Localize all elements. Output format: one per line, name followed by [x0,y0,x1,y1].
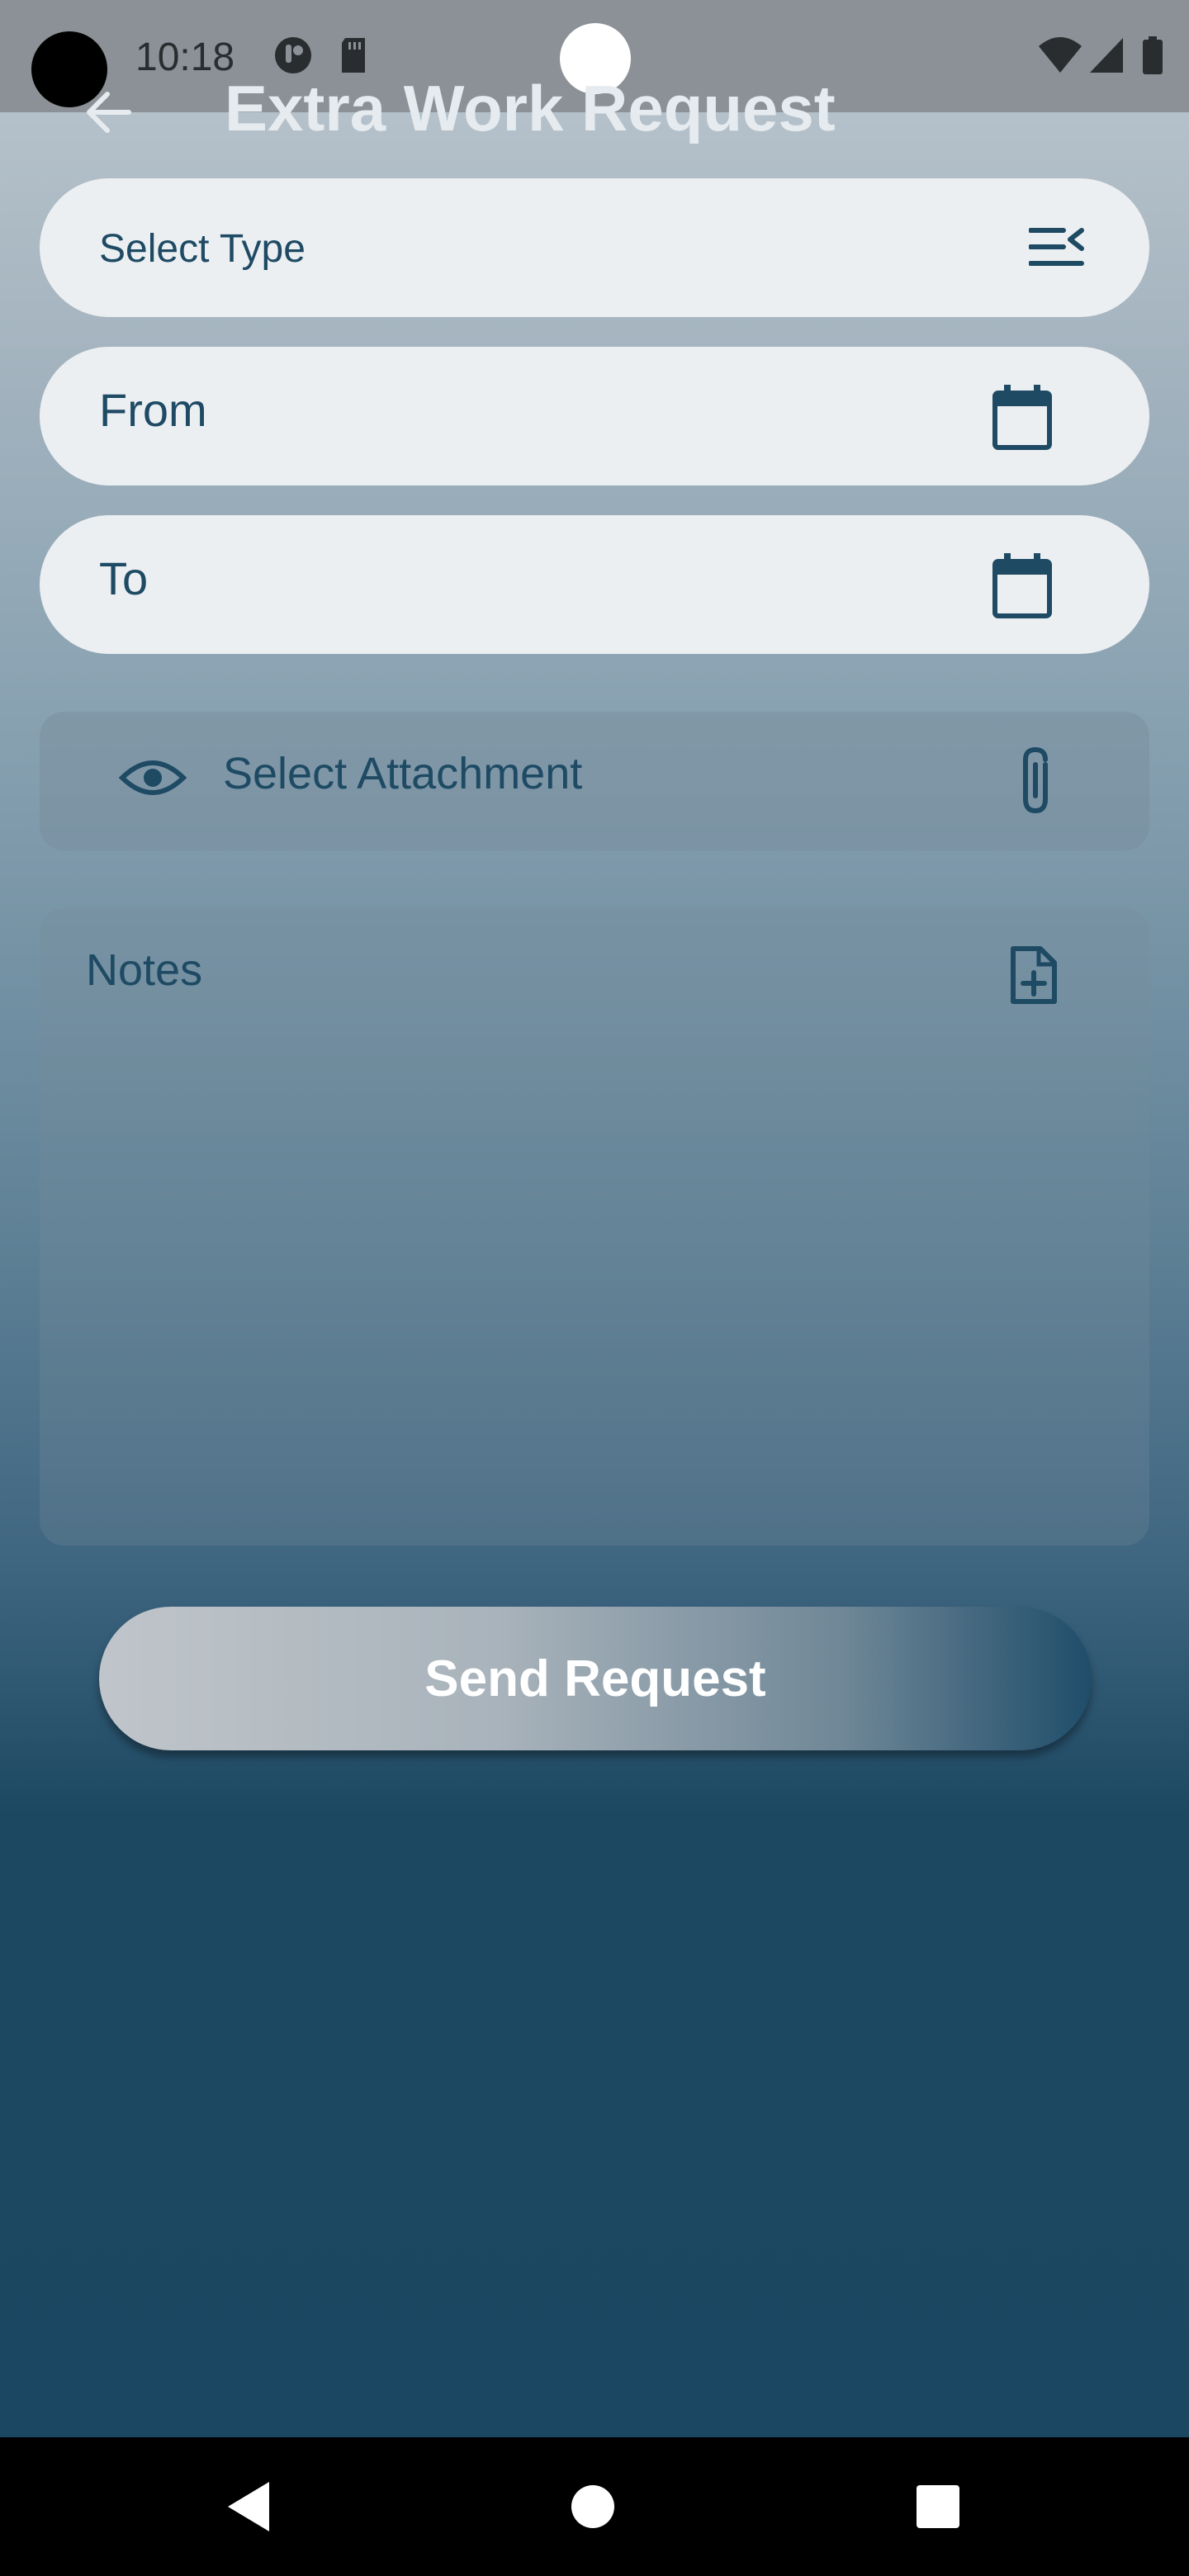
navigation-bar [0,2437,1189,2576]
app-notification-icon [275,37,311,73]
paperclip-icon[interactable] [1016,745,1055,817]
select-type-label: Select Type [99,227,306,271]
eye-icon[interactable] [119,753,187,803]
to-label: To [99,552,149,604]
status-time: 10:18 [135,36,235,79]
from-date-field[interactable]: From [40,347,1149,485]
notes-placeholder: Notes [86,945,203,995]
select-attachment-field[interactable]: Select Attachment [40,712,1149,850]
select-attachment-label: Select Attachment [223,749,583,798]
page-title: Extra Work Request [225,72,836,144]
cellular-signal-icon [1090,38,1123,73]
nav-recents-icon[interactable] [915,2484,961,2530]
nav-back-icon[interactable] [225,2479,274,2535]
back-arrow-icon[interactable] [79,83,139,142]
file-plus-icon[interactable] [1009,945,1059,1006]
wifi-icon [1039,37,1082,73]
send-request-button[interactable]: Send Request [99,1607,1092,1750]
calendar-icon[interactable] [991,552,1054,621]
send-request-label: Send Request [424,1650,766,1707]
sd-card-icon [342,38,365,73]
select-type-dropdown[interactable]: Select Type [40,178,1149,317]
calendar-icon[interactable] [991,383,1054,452]
notes-textarea[interactable]: Notes [40,908,1149,1546]
from-label: From [99,384,207,436]
nav-home-icon[interactable] [570,2484,616,2530]
list-collapse-icon [1029,228,1084,266]
battery-icon [1143,36,1163,74]
to-date-field[interactable]: To [40,515,1149,654]
